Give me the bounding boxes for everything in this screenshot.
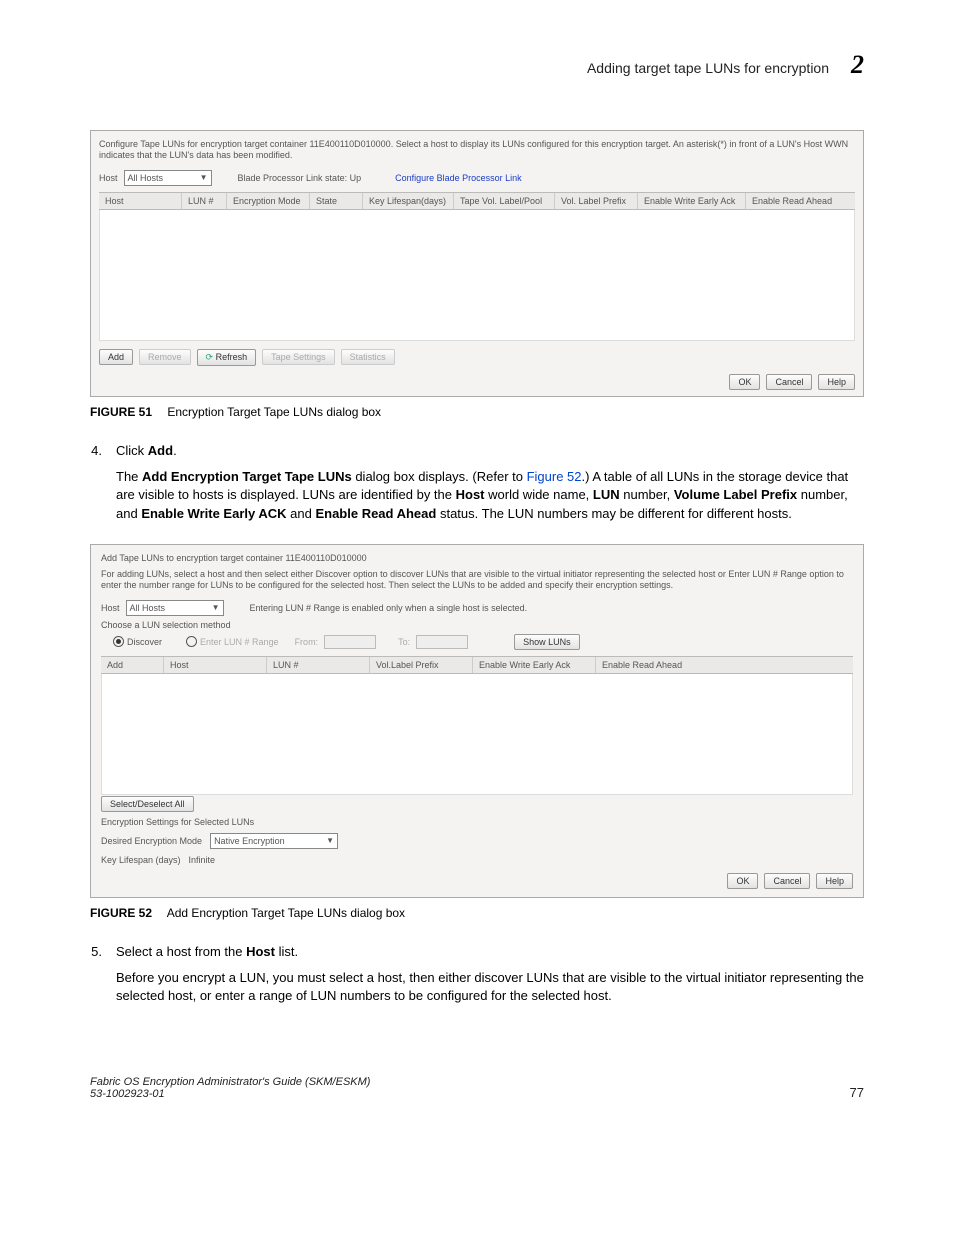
th2-prefix: Vol.Label Prefix xyxy=(370,657,473,673)
fig52-ok-button[interactable]: OK xyxy=(727,873,758,889)
fig51-table-header: Host LUN # Encryption Mode State Key Lif… xyxy=(99,192,855,210)
add-button[interactable]: Add xyxy=(99,349,133,365)
enter-range-radio: Enter LUN # Range xyxy=(186,636,279,647)
th-tapevol: Tape Vol. Label/Pool xyxy=(454,193,555,209)
configure-blade-link[interactable]: Configure Blade Processor Link xyxy=(395,173,522,183)
from-label: From: xyxy=(295,637,319,647)
chevron-down-icon: ▼ xyxy=(212,603,220,612)
radio-icon xyxy=(186,636,197,647)
refresh-icon: ⟳ xyxy=(206,352,214,362)
fig52-caption: FIGURE 52 Add Encryption Target Tape LUN… xyxy=(90,906,864,920)
th-readahead: Enable Read Ahead xyxy=(746,193,855,209)
blade-state: Blade Processor Link state: Up xyxy=(238,173,362,183)
show-luns-button[interactable]: Show LUNs xyxy=(514,634,580,650)
th-state: State xyxy=(310,193,363,209)
cancel-button[interactable]: Cancel xyxy=(766,374,812,390)
host-label: Host xyxy=(99,173,118,183)
fig52-caption-text: Add Encryption Target Tape LUNs dialog b… xyxy=(167,906,405,920)
help-button[interactable]: Help xyxy=(818,374,855,390)
step4-paragraph: The Add Encryption Target Tape LUNs dial… xyxy=(116,468,864,525)
th2-add: Add xyxy=(101,657,164,673)
enter-range-label: Enter LUN # Range xyxy=(200,637,279,647)
host-dropdown[interactable]: All Hosts ▼ xyxy=(124,170,212,186)
step4-num: 4. xyxy=(90,443,102,458)
to-input xyxy=(416,635,468,649)
refresh-label: Refresh xyxy=(216,352,248,362)
fig52-help-button[interactable]: Help xyxy=(816,873,853,889)
fig52-host-label: Host xyxy=(101,603,120,613)
fig51-desc: Configure Tape LUNs for encryption targe… xyxy=(99,139,855,162)
fig52-host-note: Entering LUN # Range is enabled only whe… xyxy=(250,603,528,613)
step4-bold: Add xyxy=(148,443,173,458)
step4-pre: Click xyxy=(116,443,148,458)
step5-post: list. xyxy=(275,944,298,959)
step5-num: 5. xyxy=(90,944,102,959)
figure52-link[interactable]: Figure 52 xyxy=(527,469,582,484)
fig51-caption-label: FIGURE 51 xyxy=(90,405,152,419)
fig51-caption-text: Encryption Target Tape LUNs dialog box xyxy=(167,405,381,419)
to-label: To: xyxy=(398,637,410,647)
page-number: 77 xyxy=(850,1085,864,1100)
footer-guide-title: Fabric OS Encryption Administrator's Gui… xyxy=(90,1076,370,1088)
enc-mode-value: Native Encryption xyxy=(214,836,285,846)
fig52-caption-label: FIGURE 52 xyxy=(90,906,152,920)
fig52-title: Add Tape LUNs to encryption target conta… xyxy=(101,553,853,563)
fig52-dialog: Add Tape LUNs to encryption target conta… xyxy=(90,544,864,898)
chevron-down-icon: ▼ xyxy=(200,173,208,182)
fig52-table-header: Add Host LUN # Vol.Label Prefix Enable W… xyxy=(101,656,853,674)
discover-label: Discover xyxy=(127,637,162,647)
enc-mode-label: Desired Encryption Mode xyxy=(101,836,202,846)
choose-method-label: Choose a LUN selection method xyxy=(101,620,853,630)
refresh-button[interactable]: ⟳ Refresh xyxy=(197,349,257,366)
fig51-dialog: Configure Tape LUNs for encryption targe… xyxy=(90,130,864,397)
th-host: Host xyxy=(99,193,182,209)
enc-mode-dropdown[interactable]: Native Encryption ▼ xyxy=(210,833,338,849)
th-encmode: Encryption Mode xyxy=(227,193,310,209)
fig52-cancel-button[interactable]: Cancel xyxy=(764,873,810,889)
page-footer: Fabric OS Encryption Administrator's Gui… xyxy=(90,1076,864,1100)
th-earlyack: Enable Write Early Ack xyxy=(638,193,746,209)
footer-docnum: 53-1002923-01 xyxy=(90,1088,370,1100)
th-lun: LUN # xyxy=(182,193,227,209)
discover-radio[interactable]: Discover xyxy=(113,636,162,647)
page-section-title: Adding target tape LUNs for encryption xyxy=(587,60,829,76)
step-4: 4. Click Add. xyxy=(90,443,864,458)
th2-earlyack: Enable Write Early Ack xyxy=(473,657,596,673)
step5-bold: Host xyxy=(246,944,275,959)
step5-paragraph: Before you encrypt a LUN, you must selec… xyxy=(116,969,864,1007)
encryption-settings-header: Encryption Settings for Selected LUNs xyxy=(101,817,853,827)
fig52-host-dropdown[interactable]: All Hosts ▼ xyxy=(126,600,224,616)
fig51-caption: FIGURE 51 Encryption Target Tape LUNs di… xyxy=(90,405,864,419)
remove-button: Remove xyxy=(139,349,191,365)
fig52-table-body xyxy=(101,674,853,795)
select-deselect-all-button[interactable]: Select/Deselect All xyxy=(101,796,194,812)
chevron-down-icon: ▼ xyxy=(326,836,334,845)
fig52-desc: For adding LUNs, select a host and then … xyxy=(101,569,853,592)
host-dropdown-value: All Hosts xyxy=(128,173,164,183)
step-5: 5. Select a host from the Host list. xyxy=(90,944,864,959)
fig52-host-value: All Hosts xyxy=(130,603,166,613)
lifespan-value: Infinite xyxy=(189,855,216,865)
radio-icon xyxy=(113,636,124,647)
tape-settings-button: Tape Settings xyxy=(262,349,335,365)
th-prefix: Vol. Label Prefix xyxy=(555,193,638,209)
step5-pre: Select a host from the xyxy=(116,944,246,959)
th-lifespan: Key Lifespan(days) xyxy=(363,193,454,209)
ok-button[interactable]: OK xyxy=(729,374,760,390)
from-input xyxy=(324,635,376,649)
chapter-number: 2 xyxy=(851,50,864,80)
th2-lun: LUN # xyxy=(267,657,370,673)
statistics-button: Statistics xyxy=(341,349,395,365)
th2-host: Host xyxy=(164,657,267,673)
lifespan-label: Key Lifespan (days) xyxy=(101,855,181,865)
fig51-table-body xyxy=(99,210,855,341)
th2-readahead: Enable Read Ahead xyxy=(596,657,853,673)
step4-post: . xyxy=(173,443,177,458)
